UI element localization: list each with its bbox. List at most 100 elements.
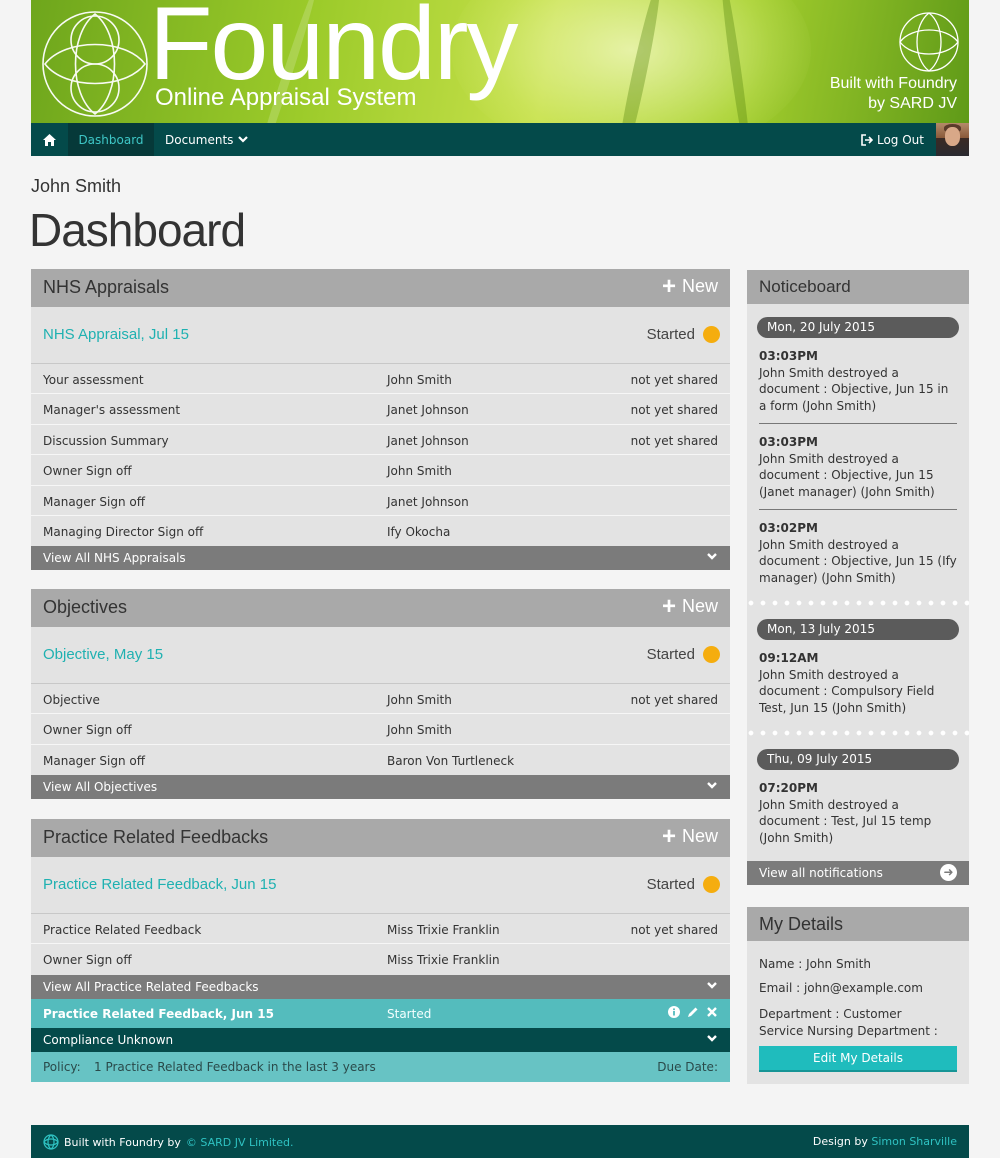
page-title: Dashboard [29, 204, 246, 256]
view-all-notifications-button[interactable]: View all notifications ➜ [747, 861, 969, 885]
panel-title: Objectives [43, 597, 128, 617]
new-label: New [681, 276, 718, 296]
item-title-link[interactable]: NHS Appraisal, Jul 15 [43, 326, 189, 343]
table-row[interactable]: Owner Sign off Miss Trixie Franklin [31, 944, 730, 974]
my-details-header: My Details [747, 907, 969, 941]
footer-right: Design by Simon Sharville [813, 1135, 957, 1148]
new-objective-button[interactable]: + New [662, 594, 718, 618]
feedback-rows: Practice Related Feedback Miss Trixie Fra… [31, 914, 730, 975]
pencil-icon[interactable] [687, 1006, 699, 1018]
row-share-state: not yet shared [630, 373, 718, 387]
status-badge: Started [647, 326, 720, 343]
objective-rows: Objective John Smith not yet shared Owner S… [31, 684, 730, 775]
item-header: Objective, May 15 Started [31, 627, 730, 684]
item-title-link[interactable]: Practice Related Feedback, Jun 15 [43, 876, 276, 893]
top-navbar: Dashboard Documents Log Out [31, 123, 969, 156]
table-row[interactable]: Objective John Smith not yet shared [31, 684, 730, 715]
notice-time: 03:02PM [759, 521, 818, 535]
table-row[interactable]: Practice Related Feedback Miss Trixie Fra… [31, 914, 730, 945]
table-row[interactable]: Managing Director Sign off Ify Okocha [31, 516, 730, 546]
avatar[interactable] [936, 123, 969, 156]
dotted-divider [747, 600, 969, 606]
compliance-row[interactable]: Compliance Unknown [31, 1027, 730, 1052]
due-date-label: Due Date: [657, 1059, 718, 1074]
detail-department: Department : Customer Service Nursing De… [759, 1007, 938, 1038]
status-dot-icon [703, 326, 720, 343]
new-feedback-button[interactable]: + New [662, 824, 718, 848]
notice-time: 03:03PM [759, 349, 818, 363]
footer-left: Built with Foundry by © SARD JV Limited. [43, 1134, 294, 1150]
policy-value: 1 Practice Related Feedback in the last … [94, 1059, 376, 1074]
row-person: John Smith [387, 373, 452, 387]
close-icon[interactable] [706, 1006, 718, 1018]
table-row[interactable]: Manager Sign off Janet Johnson [31, 486, 730, 516]
new-nhs-appraisal-button[interactable]: + New [661, 272, 718, 300]
new-label: New [681, 826, 718, 846]
footer-company-link[interactable]: © SARD JV Limited. [186, 1136, 294, 1149]
footer-design-by: Design by [812, 1135, 868, 1148]
row-document-name: Manager Sign off [43, 753, 146, 768]
status-dot-icon [703, 646, 720, 663]
chevron-down-icon [707, 553, 717, 561]
nav-dashboard[interactable]: Dashboard [68, 123, 154, 156]
edit-my-details-button[interactable]: Edit My Details [759, 1046, 957, 1072]
notice-item: 07:20PM John Smith destroyed a document :… [747, 770, 969, 846]
built-with-line1: Built with Foundry [829, 75, 957, 92]
chevron-down-icon [707, 1034, 717, 1042]
detail-name: Name : John Smith [759, 957, 871, 971]
info-icon[interactable] [668, 1005, 680, 1018]
brand-title: Foundry [149, 0, 519, 102]
row-person: Ify Okocha [387, 524, 451, 539]
table-row[interactable]: Manager's assessment Janet Johnson not yet… [31, 394, 730, 425]
panel-title: NHS Appraisals [43, 277, 170, 297]
notice-text: John Smith destroyed a document : Object… [759, 365, 949, 413]
row-share-state: not yet shared [630, 433, 718, 448]
chevron-down-icon [707, 981, 717, 989]
footer-built-with: Built with Foundry by [64, 1135, 181, 1149]
table-row[interactable]: Your assessment John Smith not yet shared [31, 364, 730, 395]
feedback-item-title: Practice Related Feedback, Jun 15 [43, 1006, 274, 1021]
nhs-appraisals-panel: NHS Appraisals + New NHS Appraisal, Jul … [31, 269, 730, 571]
view-all-label: View All NHS Appraisals [43, 551, 186, 566]
notice-list: Mon, 20 July 2015 03:03PM John Smith destr… [747, 317, 969, 846]
logout-button[interactable]: Log Out [861, 123, 924, 156]
nav-documents[interactable]: Documents [165, 123, 249, 156]
view-all-nhs-button[interactable]: View All NHS Appraisals [31, 546, 730, 571]
table-row[interactable]: Owner Sign off John Smith [31, 714, 730, 745]
row-person: Miss Trixie Franklin [387, 923, 500, 937]
notice-time: 09:12AM [759, 651, 819, 665]
dotted-divider [747, 730, 969, 736]
row-document-name: Manager's assessment [43, 403, 181, 418]
header-banner: Foundry Online Appraisal System Built wi… [31, 0, 969, 123]
user-name: John Smith [31, 176, 122, 196]
row-share-state: not yet shared [630, 403, 718, 418]
item-header: NHS Appraisal, Jul 15 Started [31, 307, 730, 364]
row-person: Janet Johnson [387, 494, 469, 509]
view-all-label: View All Practice Related Feedbacks [43, 979, 259, 994]
avatar-face [945, 127, 960, 146]
notice-text: John Smith destroyed a document : Test, … [759, 797, 932, 845]
table-row[interactable]: Manager Sign off Baron Von Turtleneck [31, 745, 730, 775]
item-title-link[interactable]: Objective, May 15 [43, 646, 163, 663]
built-with-line2: by SARD JV [868, 95, 957, 112]
table-row[interactable]: Discussion Summary Janet Johnson not yet s… [31, 425, 730, 456]
feedback-item-status: Started [387, 1006, 432, 1021]
plus-icon: + [661, 272, 676, 300]
view-all-notifications-label: View all notifications [759, 866, 883, 880]
feedback-list-item[interactable]: Practice Related Feedback, Jun 15 Starte… [31, 998, 730, 1028]
footer-designer-link[interactable]: Simon Sharville [871, 1135, 957, 1148]
view-all-objectives-button[interactable]: View All Objectives [31, 775, 730, 800]
row-document-name: Owner Sign off [43, 953, 132, 968]
status-text: Started [646, 876, 695, 893]
item-actions [668, 1005, 718, 1018]
nav-home[interactable] [31, 123, 68, 156]
foundry-mini-logo-icon [899, 12, 959, 72]
policy-label: Policy: [43, 1059, 81, 1074]
row-person: Janet Johnson [387, 403, 469, 418]
home-icon [43, 133, 56, 146]
view-all-feedbacks-button[interactable]: View All Practice Related Feedbacks [31, 974, 730, 999]
notice-item: 03:03PM John Smith destroyed a document :… [747, 338, 969, 414]
table-row[interactable]: Owner Sign off John Smith [31, 455, 730, 486]
status-dot-icon [703, 876, 720, 893]
item-header: Practice Related Feedback, Jun 15 Starte… [31, 857, 730, 914]
